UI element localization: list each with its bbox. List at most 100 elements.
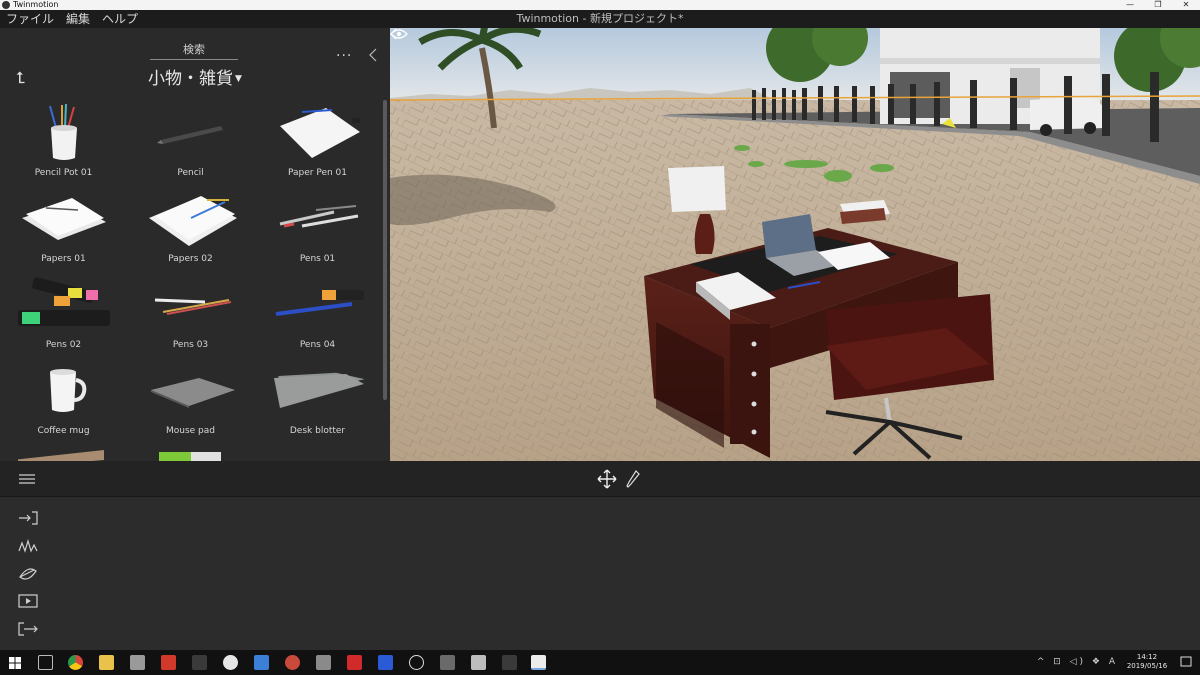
- item-label: Desk blotter: [289, 426, 346, 436]
- item-label: Pens 04: [299, 340, 336, 350]
- twinmotion-taskbar-icon[interactable]: [531, 655, 546, 670]
- collapse-left-icon[interactable]: [368, 48, 378, 62]
- pens-icon: [279, 205, 359, 228]
- import-icon[interactable]: [18, 511, 38, 525]
- app-icon-2[interactable]: [254, 655, 269, 670]
- media-icon[interactable]: [18, 594, 38, 608]
- item-label: Pencil: [177, 168, 204, 178]
- pencil-pot-icon: [49, 103, 77, 160]
- desk-blotter-icon: [274, 372, 364, 408]
- library-item-paper-pen-01[interactable]: Paper Pen 01: [254, 100, 381, 186]
- item-label: Pens 02: [45, 340, 82, 350]
- pens-icon: [154, 298, 232, 315]
- menu-file[interactable]: ファイル: [0, 10, 60, 28]
- library-item-desk-blotter[interactable]: Desk blotter: [254, 358, 381, 444]
- library-item-pens-03[interactable]: Pens 03: [127, 272, 254, 358]
- item-label: Coffee mug: [37, 426, 90, 436]
- minimize-button[interactable]: —: [1116, 0, 1144, 10]
- export-icon[interactable]: [18, 622, 38, 636]
- menu-bar: ファイル 編集 ヘルプ Twinmotion - 新規プロジェクト*: [0, 10, 1200, 28]
- more-options-button[interactable]: ···: [336, 48, 352, 64]
- chevron-down-icon: ▼: [235, 74, 242, 84]
- library-item-partial[interactable]: [127, 444, 254, 461]
- app-icon-7[interactable]: [409, 655, 424, 670]
- library-item-pencil[interactable]: Pencil: [127, 100, 254, 186]
- scene-render: [390, 28, 1200, 461]
- library-item-partial[interactable]: [0, 444, 127, 461]
- epic-launcher-icon-2[interactable]: [502, 655, 517, 670]
- library-item-mouse-pad[interactable]: Mouse pad: [127, 358, 254, 444]
- chrome-icon[interactable]: [68, 655, 83, 670]
- file-explorer-icon[interactable]: [99, 655, 114, 670]
- twinmotion-window: Twinmotion — ❐ ✕ ファイル 編集 ヘルプ Twinmotion …: [0, 0, 1200, 675]
- window-controls: — ❐ ✕: [1116, 0, 1200, 10]
- collapse-right-icon[interactable]: [390, 28, 398, 40]
- library-item-pens-01[interactable]: Pens 01: [254, 186, 381, 272]
- app-icon-6[interactable]: [378, 655, 393, 670]
- taskbar: ^ ⊡ ◁) ❖ A 14:12 2019/05/16: [0, 650, 1200, 675]
- clock[interactable]: 14:12 2019/05/16: [1122, 653, 1172, 671]
- menu-help[interactable]: ヘルプ: [96, 10, 144, 28]
- dock-panel: [0, 497, 1200, 650]
- app-icon-1[interactable]: [130, 655, 145, 670]
- desk-drawers: [730, 324, 770, 444]
- folder-icon: [159, 452, 221, 461]
- app-icon-9[interactable]: [471, 655, 486, 670]
- highlighters-icon: [18, 277, 110, 326]
- document-title-wrap: Twinmotion - 新規プロジェクト*: [0, 10, 1200, 28]
- item-label: Paper Pen 01: [287, 168, 347, 178]
- library-item-coffee-mug[interactable]: Coffee mug: [0, 358, 127, 444]
- item-label: Pens 01: [299, 254, 336, 264]
- item-label: Papers 01: [41, 254, 86, 264]
- notification-icon[interactable]: [1180, 656, 1192, 668]
- app-icon-5[interactable]: [347, 655, 362, 670]
- app-icon-4[interactable]: [316, 655, 331, 670]
- library-header: 検索 ⮤ 小物・雑貨 ▼ ···: [0, 28, 390, 96]
- item-label: Pencil Pot 01: [34, 168, 93, 178]
- hamburger-menu-icon[interactable]: [19, 473, 35, 485]
- twinmotion-logo-icon: [2, 1, 10, 9]
- paper-pen-icon: [280, 108, 360, 158]
- bottom-toolbar: [0, 461, 1200, 497]
- category-dropdown[interactable]: 小物・雑貨 ▼: [0, 64, 390, 89]
- pencil-icon: [157, 126, 223, 144]
- papers-icon: [149, 196, 237, 246]
- system-tray[interactable]: ^ ⊡ ◁) ❖ A: [1037, 657, 1118, 667]
- settings-icon[interactable]: [18, 567, 38, 581]
- clock-time: 14:12: [1136, 653, 1158, 661]
- library-item-papers-01[interactable]: Papers 01: [0, 186, 127, 272]
- item-label: Papers 02: [168, 254, 213, 264]
- library-item-pens-02[interactable]: Pens 02: [0, 272, 127, 358]
- library-search[interactable]: 検索: [150, 41, 238, 60]
- library-item-papers-02[interactable]: Papers 02: [127, 186, 254, 272]
- library-item-pencil-pot-01[interactable]: Pencil Pot 01: [0, 100, 127, 186]
- restore-button[interactable]: ❐: [1144, 0, 1172, 10]
- mouse-pad-icon: [151, 378, 235, 408]
- eyedropper-icon[interactable]: [626, 470, 640, 488]
- app-icon-8[interactable]: [440, 655, 455, 670]
- pens-icon: [275, 290, 364, 316]
- mug-icon: [50, 369, 87, 412]
- context-icon[interactable]: [18, 539, 38, 553]
- 3d-viewport[interactable]: [390, 28, 1200, 461]
- category-label: 小物・雑貨: [148, 69, 234, 89]
- title-bar: Twinmotion — ❐ ✕: [0, 0, 1200, 10]
- move-tool-icon[interactable]: [597, 469, 617, 489]
- task-view-icon[interactable]: [38, 655, 53, 670]
- unreal-engine-icon[interactable]: [223, 655, 238, 670]
- windows-start-icon[interactable]: [9, 657, 21, 669]
- app-icon-3[interactable]: [285, 655, 300, 670]
- close-button[interactable]: ✕: [1172, 0, 1200, 10]
- library-item-pens-04[interactable]: Pens 04: [254, 272, 381, 358]
- epic-launcher-icon[interactable]: [192, 655, 207, 670]
- item-label: Pens 03: [172, 340, 209, 350]
- book-icon: [18, 450, 104, 461]
- app-name: Twinmotion: [13, 0, 59, 9]
- menu-edit[interactable]: 編集: [60, 10, 96, 28]
- sketchup-icon[interactable]: [161, 655, 176, 670]
- library-scrollbar[interactable]: [383, 100, 387, 400]
- clock-date: 2019/05/16: [1126, 662, 1168, 670]
- papers-icon: [22, 198, 106, 240]
- item-label: Mouse pad: [165, 426, 215, 436]
- library-panel: 検索 ⮤ 小物・雑貨 ▼ ··· Pencil Pot 01 Pencil Pa…: [0, 28, 390, 461]
